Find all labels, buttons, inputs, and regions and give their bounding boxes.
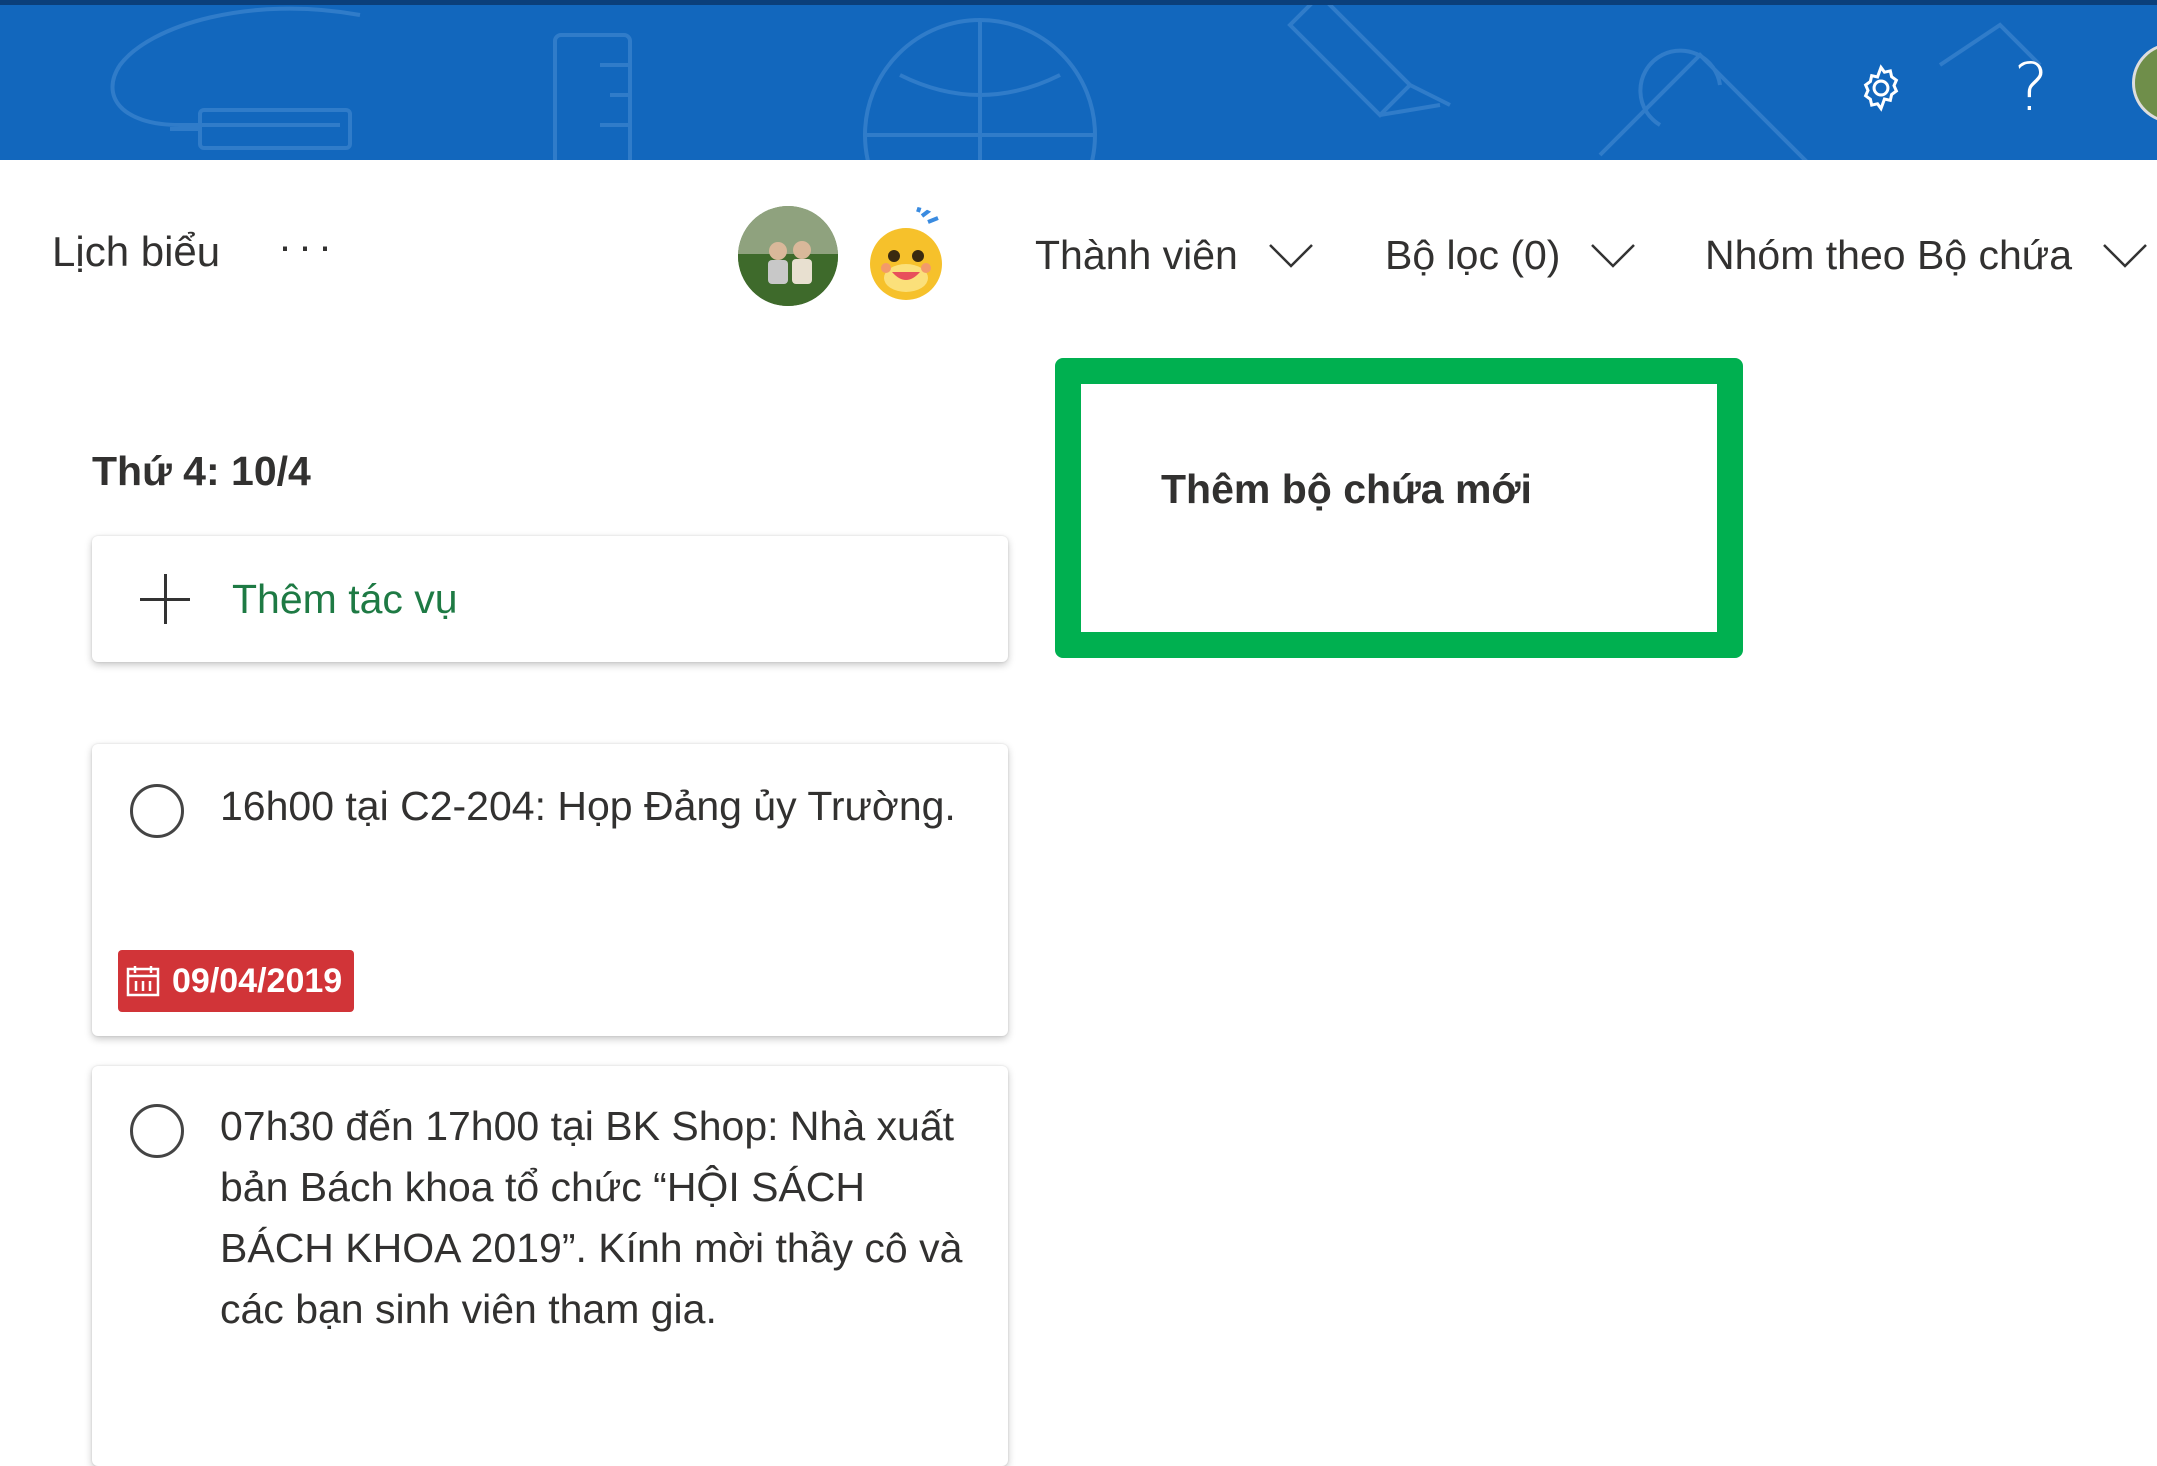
calendar-icon bbox=[126, 966, 160, 997]
add-new-bucket-button[interactable]: Thêm bộ chứa mới bbox=[1161, 466, 1532, 513]
bucket-title[interactable]: Thứ 4: 10/4 bbox=[92, 448, 311, 495]
complete-task-checkbox[interactable] bbox=[130, 784, 184, 838]
due-date-badge: 09/04/2019 bbox=[118, 950, 355, 1012]
app-header: ? bbox=[0, 0, 2157, 160]
member-avatar-sticker[interactable] bbox=[858, 206, 958, 306]
header-background-pattern bbox=[110, 5, 2042, 160]
chevron-down-icon bbox=[1591, 243, 1636, 268]
add-new-bucket-highlight: Thêm bộ chứa mới bbox=[1055, 358, 1743, 658]
settings-gear-icon[interactable] bbox=[1846, 53, 1916, 123]
task-title: 07h30 đến 17h00 tại BK Shop: Nhà xuất bả… bbox=[220, 1103, 963, 1332]
more-options-button[interactable]: ··· bbox=[278, 222, 338, 270]
chevron-down-icon bbox=[2103, 243, 2147, 268]
task-card[interactable]: 07h30 đến 17h00 tại BK Shop: Nhà xuất bả… bbox=[92, 1066, 1008, 1466]
chevron-down-icon bbox=[1268, 243, 1313, 268]
task-card[interactable]: 16h00 tại C2-204: Họp Đảng ủy Trường. 09… bbox=[92, 744, 1008, 1036]
due-date-text: 09/04/2019 bbox=[172, 961, 343, 1000]
complete-task-checkbox[interactable] bbox=[130, 1104, 184, 1158]
members-dropdown-label: Thành viên bbox=[1035, 232, 1238, 278]
add-task-button[interactable]: Thêm tác vụ bbox=[92, 536, 1008, 662]
task-title: 16h00 tại C2-204: Họp Đảng ủy Trường. bbox=[220, 783, 956, 829]
plus-icon bbox=[140, 574, 190, 624]
group-by-dropdown[interactable]: Nhóm theo Bộ chứa bbox=[1705, 232, 2148, 279]
members-dropdown[interactable]: Thành viên bbox=[1035, 232, 1314, 279]
filter-dropdown-label: Bộ lọc (0) bbox=[1385, 232, 1561, 278]
member-avatar[interactable] bbox=[738, 206, 838, 306]
help-icon[interactable]: ? bbox=[1996, 53, 2066, 123]
plan-title: Lịch biểu bbox=[52, 228, 221, 275]
group-by-dropdown-label: Nhóm theo Bộ chứa bbox=[1705, 232, 2073, 278]
add-task-label: Thêm tác vụ bbox=[232, 575, 458, 622]
filter-dropdown[interactable]: Bộ lọc (0) bbox=[1385, 232, 1636, 279]
